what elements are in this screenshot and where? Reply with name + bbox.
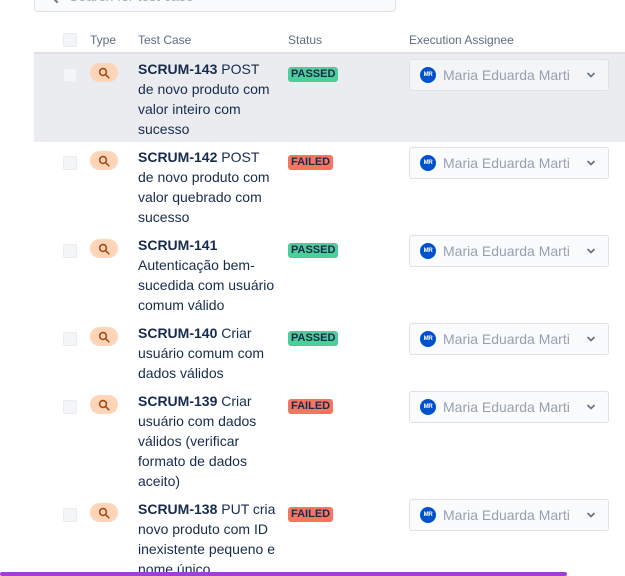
bottom-scroll-bar[interactable] (0, 572, 567, 576)
magnifier-icon (98, 155, 110, 167)
table-row[interactable]: SCRUM-142 POST de novo produto com valor… (34, 142, 625, 230)
test-case-cell[interactable]: SCRUM-142 POST de novo produto com valor… (138, 147, 276, 227)
chevron-down-icon (587, 336, 595, 342)
table-row[interactable]: SCRUM-139 Criar usuário com dados válido… (34, 386, 625, 494)
magnifier-icon (98, 243, 110, 255)
chevron-down-icon (587, 248, 595, 254)
status-badge[interactable]: FAILED (288, 507, 334, 522)
test-case-title: Autenticação bem-sucedida com usuário co… (138, 257, 275, 313)
magnifier-icon (98, 399, 110, 411)
test-case-key[interactable]: SCRUM-138 (138, 501, 217, 517)
test-case-key[interactable]: SCRUM-142 (138, 149, 217, 165)
test-case-cell[interactable]: SCRUM-138 PUT cria novo produto com ID i… (138, 499, 276, 576)
execution-assignee-select[interactable]: MR Maria Eduarda Marti (409, 235, 609, 267)
header-status[interactable]: Status (288, 33, 322, 47)
magnifier-icon (98, 331, 110, 343)
test-case-cell[interactable]: SCRUM-143 POST de novo produto com valor… (138, 59, 276, 139)
test-type-badge (90, 151, 118, 170)
header-execution-assignee[interactable]: Execution Assignee (409, 33, 514, 47)
chevron-down-icon (587, 160, 595, 166)
status-badge[interactable]: FAILED (288, 155, 334, 170)
assignee-name: Maria Eduarda Marti (443, 331, 570, 347)
test-case-key[interactable]: SCRUM-143 (138, 61, 217, 77)
test-case-cell[interactable]: SCRUM-139 Criar usuário com dados válido… (138, 391, 276, 491)
test-type-badge (90, 63, 118, 82)
test-type-badge (90, 239, 118, 258)
test-type-badge (90, 503, 118, 522)
avatar: MR (420, 155, 436, 171)
test-case-key[interactable]: SCRUM-141 (138, 237, 217, 253)
assignee-name: Maria Eduarda Marti (443, 507, 570, 523)
row-checkbox[interactable] (63, 400, 77, 414)
assignee-name: Maria Eduarda Marti (443, 243, 570, 259)
test-type-badge (90, 327, 118, 346)
execution-assignee-select[interactable]: MR Maria Eduarda Marti (409, 499, 609, 531)
status-badge[interactable]: FAILED (288, 399, 334, 414)
search-input[interactable] (69, 0, 369, 4)
execution-assignee-select[interactable]: MR Maria Eduarda Marti (409, 391, 609, 423)
search-icon (53, 0, 58, 3)
header-type[interactable]: Type (90, 33, 116, 47)
header-test-case[interactable]: Test Case (138, 33, 191, 47)
row-checkbox[interactable] (63, 244, 77, 258)
avatar: MR (420, 67, 436, 83)
magnifier-icon (98, 507, 110, 519)
chevron-down-icon (587, 72, 595, 78)
chevron-down-icon (587, 404, 595, 410)
assignee-name: Maria Eduarda Marti (443, 155, 570, 171)
table-header: Type Test Case Status Execution Assignee (34, 28, 625, 54)
execution-assignee-select[interactable]: MR Maria Eduarda Marti (409, 59, 609, 91)
row-checkbox[interactable] (63, 156, 77, 170)
avatar: MR (420, 243, 436, 259)
status-badge[interactable]: PASSED (288, 331, 339, 346)
test-case-key[interactable]: SCRUM-139 (138, 393, 217, 409)
status-badge[interactable]: PASSED (288, 67, 339, 82)
row-checkbox[interactable] (63, 68, 77, 82)
test-type-badge (90, 395, 118, 414)
row-checkbox[interactable] (63, 508, 77, 522)
table-row[interactable]: SCRUM-138 PUT cria novo produto com ID i… (34, 494, 625, 576)
select-all-checkbox[interactable] (63, 33, 77, 47)
magnifier-icon (98, 67, 110, 79)
avatar: MR (420, 399, 436, 415)
chevron-down-icon (587, 512, 595, 518)
table-row[interactable]: SCRUM-140 Criar usuário comum com dados … (34, 318, 625, 386)
assignee-name: Maria Eduarda Marti (443, 67, 570, 83)
status-badge[interactable]: PASSED (288, 243, 339, 258)
execution-assignee-select[interactable]: MR Maria Eduarda Marti (409, 147, 609, 179)
table-row[interactable]: SCRUM-141 Autenticação bem-sucedida com … (34, 230, 625, 318)
row-checkbox[interactable] (63, 332, 77, 346)
test-case-cell[interactable]: SCRUM-141 Autenticação bem-sucedida com … (138, 235, 276, 315)
avatar: MR (420, 507, 436, 523)
assignee-name: Maria Eduarda Marti (443, 399, 570, 415)
test-case-cell[interactable]: SCRUM-140 Criar usuário comum com dados … (138, 323, 276, 383)
search-test-case-field[interactable] (34, 0, 396, 12)
avatar: MR (420, 331, 436, 347)
test-case-key[interactable]: SCRUM-140 (138, 325, 217, 341)
execution-assignee-select[interactable]: MR Maria Eduarda Marti (409, 323, 609, 355)
table-row[interactable]: SCRUM-143 POST de novo produto com valor… (34, 54, 625, 142)
